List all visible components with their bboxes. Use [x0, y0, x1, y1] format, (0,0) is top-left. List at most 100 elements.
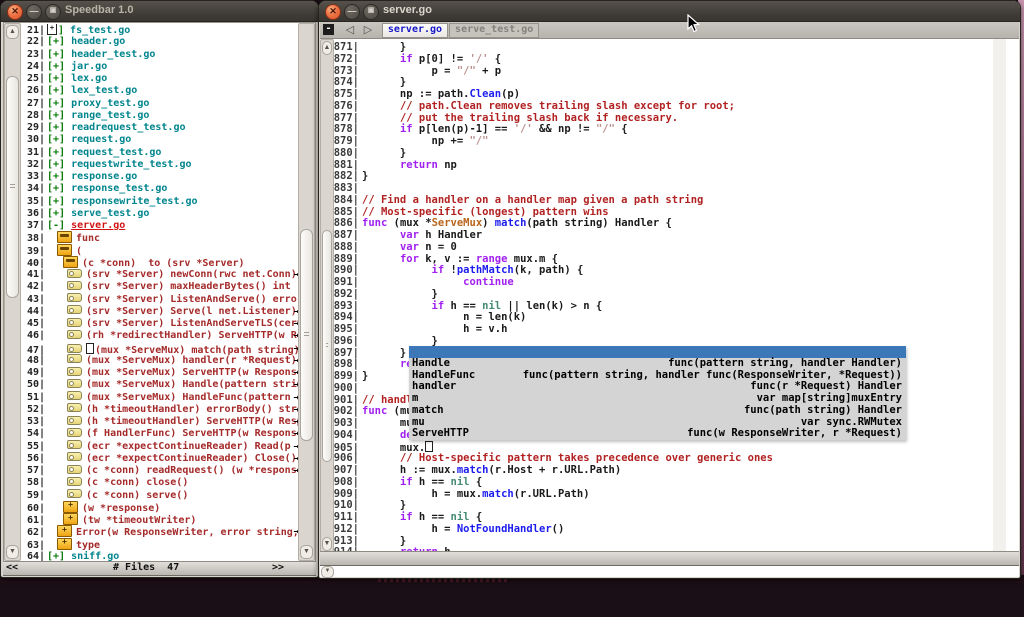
code-line[interactable]: 882|} [333, 170, 993, 182]
expand-icon[interactable]: [+] [47, 159, 71, 170]
speedbar-prev-button[interactable]: << [6, 562, 18, 573]
speedbar-row[interactable]: 63|type [21, 539, 298, 551]
file-name[interactable]: serve_test.go [71, 208, 149, 219]
code-line[interactable]: 873| p = "/" + p [333, 65, 993, 77]
speedbar-row[interactable]: 49|(mux *ServeMux) ServeHTTP(w ResponseW… [21, 367, 298, 379]
scroll-up-icon[interactable]: ▲ [322, 41, 332, 55]
expand-icon[interactable]: [+] [47, 36, 71, 47]
code-line[interactable]: 911| if h == nil { [333, 511, 993, 523]
code-line[interactable]: 890| if !pathMatch(k, path) { [333, 264, 993, 276]
editor-scrollbar[interactable]: ▲ ▼ [320, 39, 334, 553]
code-line[interactable]: 875| np := path.Clean(p) [333, 88, 993, 100]
speedbar-row[interactable]: 25|[+] lex.go [21, 73, 298, 85]
speedbar-row[interactable]: 48|(mux *ServeMux) handler(r *Request) H… [21, 355, 298, 367]
autocomplete-item[interactable]: matchfunc(path string) Handler [409, 405, 906, 417]
code-line[interactable]: 892| } [333, 288, 993, 300]
tag-label[interactable]: (mux *ServeMux) handler(r *Request) H [86, 355, 298, 366]
code-line[interactable]: 883| [333, 182, 993, 194]
scrollbar-thumb[interactable] [6, 76, 19, 298]
scrollbar-thumb[interactable] [322, 230, 332, 462]
file-name[interactable]: lex.go [71, 73, 107, 84]
speedbar-row[interactable]: 51|(mux *ServeMux) HandleFunc(pattern st… [21, 392, 298, 404]
tag-icon[interactable] [67, 379, 82, 388]
tabbar-collapse-button[interactable]: - [323, 24, 334, 35]
file-name[interactable]: server.go [71, 220, 125, 231]
expand-icon[interactable]: [+] [47, 196, 71, 207]
expand-icon[interactable]: ] [58, 25, 70, 36]
editor-content[interactable]: ▲ ▼ 871| }872| if p[0] != '/' {873| p = … [320, 39, 1019, 553]
tag-label[interactable]: (mux *ServeMux) ServeHTTP(w ResponseW [86, 367, 298, 378]
tag-icon[interactable] [67, 403, 82, 412]
autocomplete-selected-row[interactable] [409, 346, 906, 358]
folder-closed-icon[interactable] [57, 538, 72, 550]
tag-icon[interactable] [67, 489, 82, 498]
minibuffer-scroll-icon[interactable]: ▼ [321, 566, 334, 578]
expand-icon[interactable]: [+] [47, 61, 71, 72]
code-line[interactable]: 872| if p[0] != '/' { [333, 53, 993, 65]
expand-icon[interactable]: [+] [47, 49, 71, 60]
tag-label[interactable]: (mux *ServeMux) Handle(pattern string [86, 379, 298, 390]
expand-icon[interactable]: [+] [47, 110, 71, 121]
code-line[interactable]: 913| } [333, 535, 993, 547]
speedbar-row[interactable]: 64|[+] sniff.go [21, 551, 298, 561]
code-line[interactable]: 908| if h == nil { [333, 476, 993, 488]
code-line[interactable]: 912| h = NotFoundHandler() [333, 523, 993, 535]
tag-label[interactable]: (srv *Server) newConn(rwc net.Conn) ( [86, 269, 298, 280]
scrollbar-thumb[interactable] [300, 229, 313, 441]
tag-icon[interactable] [67, 330, 82, 339]
speedbar-row[interactable]: 22|[+] header.go [21, 36, 298, 48]
file-page-icon[interactable]: + [47, 24, 57, 35]
scroll-up-icon[interactable]: ▲ [6, 25, 19, 39]
code-line[interactable]: 889| for k, v := range mux.m { [333, 253, 993, 265]
code-line[interactable]: 905| mux. [333, 441, 993, 453]
code-line[interactable]: 896| } [333, 335, 993, 347]
speedbar-next-button[interactable]: >> [272, 562, 284, 573]
tag-label[interactable]: (tw *timeoutWriter) [82, 515, 196, 526]
code-line[interactable]: 877| // put the trailing slash back if n… [333, 112, 993, 124]
code-line[interactable]: 907| h := mux.match(r.Host + r.URL.Path) [333, 464, 993, 476]
scroll-down-icon[interactable]: ▼ [300, 545, 313, 559]
code-line[interactable]: 876| // path.Clean removes trailing slas… [333, 100, 993, 112]
tag-icon[interactable] [67, 465, 82, 474]
speedbar-row[interactable]: 32|[+] requestwrite_test.go [21, 159, 298, 171]
tag-label[interactable]: (h *timeoutHandler) errorBody() strin [86, 404, 298, 415]
tag-label[interactable]: Error(w ResponseWriter, error string, c [76, 527, 298, 538]
tab-back-icon[interactable]: ◁ [346, 23, 354, 36]
speedbar-row[interactable]: 27|[+] proxy_test.go [21, 98, 298, 110]
file-name[interactable]: response_test.go [71, 183, 167, 194]
file-name[interactable]: sniff.go [71, 551, 119, 561]
expand-icon[interactable]: [+] [47, 85, 71, 96]
file-name[interactable]: proxy_test.go [71, 98, 149, 109]
tag-icon[interactable] [67, 305, 82, 314]
autocomplete-item[interactable]: ServeHTTPfunc(w ResponseWriter, r *Reque… [409, 428, 906, 440]
tag-icon[interactable] [67, 440, 82, 449]
code-line[interactable]: 895| h = v.h [333, 323, 993, 335]
speedbar-row[interactable]: 34|[+] response_test.go [21, 183, 298, 195]
code-line[interactable]: 887| var h Handler [333, 229, 993, 241]
file-name[interactable]: responsewrite_test.go [71, 196, 197, 207]
code-line[interactable]: 885|// Most-specific (longest) pattern w… [333, 206, 993, 218]
minimize-icon[interactable]: — [344, 4, 360, 20]
minibuffer[interactable]: ▼ [320, 566, 1019, 577]
autocomplete-item[interactable]: Handlefunc(pattern string, handler Handl… [409, 358, 906, 370]
speedbar-row[interactable]: 50|(mux *ServeMux) Handle(pattern string… [21, 379, 298, 391]
file-name[interactable]: header.go [71, 36, 125, 47]
folder-closed-icon[interactable] [63, 501, 78, 513]
code-line[interactable]: 906| // Host-specific pattern takes prec… [333, 452, 993, 464]
speedbar-row[interactable]: 39|( [21, 245, 298, 257]
code-line[interactable]: 909| h = mux.match(r.URL.Path) [333, 488, 993, 500]
code-line[interactable]: 891| continue [333, 276, 993, 288]
code-line[interactable]: 884|// Find a handler on a handler map g… [333, 194, 993, 206]
speedbar-row[interactable]: 24|[+] jar.go [21, 61, 298, 73]
folder-closed-icon[interactable] [63, 513, 78, 525]
expand-icon[interactable]: [+] [47, 98, 71, 109]
speedbar-row[interactable]: 36|[+] serve_test.go [21, 208, 298, 220]
speedbar-row[interactable]: 56|(ecr *expectContinueReader) Close() e… [21, 453, 298, 465]
speedbar-row[interactable]: 59|(c *conn) serve() [21, 490, 298, 502]
tag-icon[interactable] [67, 367, 82, 376]
speedbar-row[interactable]: 28|[+] range_test.go [21, 110, 298, 122]
tag-label[interactable]: type [76, 540, 100, 551]
speedbar-left-scrollbar[interactable]: ▲ ▼ [4, 23, 21, 561]
file-name[interactable]: fs_test.go [70, 25, 130, 36]
tag-label[interactable]: (ecr *expectContinueReader) Read(p [] [86, 441, 298, 452]
